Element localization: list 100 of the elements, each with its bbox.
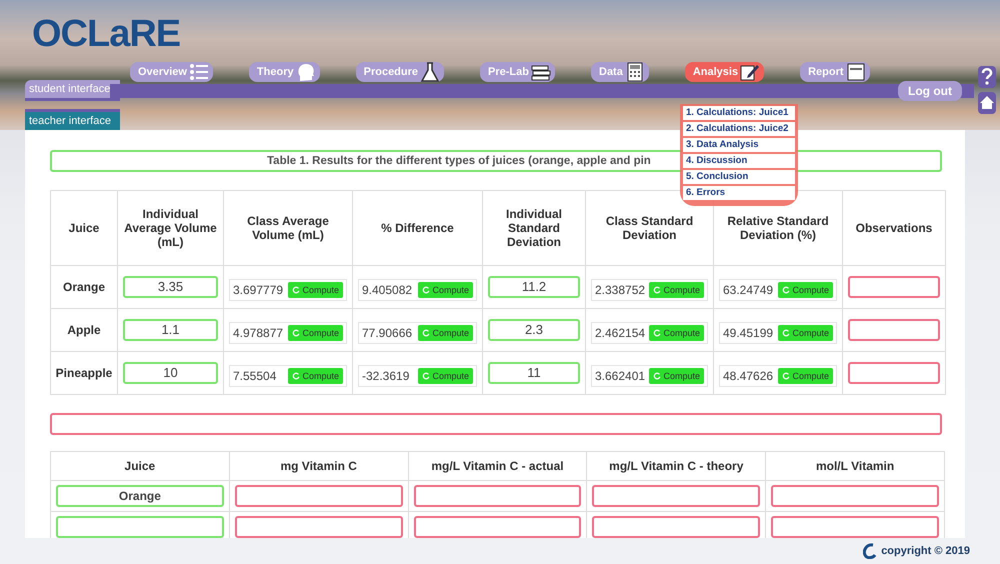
column-header: Juice (50, 190, 118, 266)
column-header: Juice (50, 452, 230, 480)
refresh-icon (422, 372, 430, 380)
flask-icon (420, 62, 440, 82)
compute-button[interactable]: Compute (778, 325, 833, 341)
menu-item[interactable]: 6. Errors (683, 186, 795, 200)
output-field[interactable]: 77.90666 Compute (358, 322, 477, 344)
menu-item[interactable]: 2. Calculations: Juice2 (683, 122, 795, 136)
refresh-icon (782, 372, 790, 380)
refresh-icon (653, 372, 662, 380)
input-field[interactable] (414, 516, 582, 538)
input-field[interactable] (771, 516, 939, 538)
output-field[interactable]: 2.462154 Compute (591, 322, 708, 344)
table-cell: Orange (50, 266, 118, 308)
compute-button[interactable]: Compute (418, 368, 473, 384)
table-cell: Pineapple (50, 352, 118, 394)
output-field[interactable]: 9.405082 Compute (358, 279, 477, 301)
computed-value: 9.405082 (362, 283, 412, 297)
column-header: mg Vitamin C (229, 452, 408, 480)
compute-button[interactable]: Compute (778, 282, 833, 298)
input-field[interactable] (592, 516, 760, 538)
home-icon[interactable] (978, 92, 996, 114)
input-field[interactable] (234, 485, 403, 507)
column-header: mol/L Vitamin (766, 452, 944, 480)
list-icon (188, 62, 209, 82)
computed-value: 49.45199 (723, 326, 774, 340)
compute-button[interactable]: Compute (649, 368, 704, 384)
refresh-icon (292, 329, 300, 337)
compute-button[interactable]: Compute (288, 325, 343, 341)
refresh-icon (782, 329, 790, 337)
column-header: mg/L Vitamin C - theory (586, 452, 766, 480)
output-field[interactable]: 63.24749 Compute (719, 279, 837, 301)
column-header: Observations (842, 190, 946, 266)
computed-value: 4.978877 (233, 326, 284, 340)
logo-text: OCLaRE (32, 13, 180, 56)
column-header: % Difference (352, 190, 482, 266)
output-field[interactable]: 7.55504 Compute (229, 365, 347, 387)
output-field[interactable]: 48.47626 Compute (719, 365, 837, 387)
pencil-edit-icon (740, 62, 760, 82)
computed-value: -32.3619 (362, 369, 410, 383)
compute-button[interactable]: Compute (649, 325, 704, 341)
output-field[interactable]: -32.3619 Compute (358, 365, 477, 387)
input-field[interactable]: 2.3 (488, 319, 580, 341)
input-field[interactable]: 1.1 (123, 319, 218, 341)
refresh-icon (292, 286, 300, 294)
compute-button[interactable]: Compute (288, 282, 343, 298)
copyright-text: copyright © 2019 (881, 545, 970, 557)
input-field[interactable]: 11.2 (488, 276, 580, 298)
refresh-icon (292, 372, 300, 380)
refresh-icon (782, 286, 790, 294)
menu-item[interactable]: 4. Discussion (683, 154, 795, 168)
input-field[interactable]: 3.35 (123, 276, 218, 298)
compute-button[interactable]: Compute (778, 368, 833, 384)
input-field[interactable] (848, 362, 940, 384)
output-field[interactable]: 2.338752 Compute (591, 279, 708, 301)
compute-button[interactable]: Compute (288, 368, 343, 384)
column-header: Class Average Volume (mL) (224, 190, 352, 266)
computed-value: 63.24749 (723, 283, 774, 297)
calculator-icon (624, 62, 645, 82)
input-field[interactable] (848, 276, 940, 298)
input-field[interactable] (771, 485, 939, 507)
output-field[interactable]: 49.45199 Compute (719, 322, 837, 344)
interface-link[interactable]: teacher interface (25, 109, 120, 130)
refresh-icon (422, 329, 430, 337)
input-field[interactable]: Orange (56, 485, 224, 507)
output-field[interactable]: 4.978877 Compute (229, 322, 347, 344)
menu-item[interactable]: 5. Conclusion (683, 170, 795, 184)
compute-button[interactable]: Compute (649, 282, 704, 298)
swirl-logo-icon (863, 543, 878, 559)
computed-value: 3.697779 (233, 283, 284, 297)
refresh-icon (653, 329, 662, 337)
input-field[interactable] (56, 516, 224, 538)
output-field[interactable]: 3.697779 Compute (229, 279, 347, 301)
input-field[interactable]: 10 (123, 362, 218, 384)
compute-button[interactable]: Compute (418, 282, 473, 298)
input-field[interactable] (50, 413, 942, 435)
column-header: Individual Standard Deviation (482, 190, 586, 266)
refresh-icon (653, 286, 662, 294)
computed-value: 3.662401 (595, 369, 646, 383)
refresh-icon (422, 286, 430, 294)
input-field[interactable] (592, 485, 760, 507)
column-header: Individual Average Volume (mL) (118, 190, 224, 266)
input-field[interactable] (234, 516, 403, 538)
menu-item[interactable]: 3. Data Analysis (683, 138, 795, 152)
computed-value: 77.90666 (362, 326, 412, 340)
computed-value: 2.462154 (595, 326, 646, 340)
input-field[interactable] (848, 319, 940, 341)
column-header: mg/L Vitamin C - actual (408, 452, 587, 480)
input-field[interactable]: 11 (488, 362, 580, 384)
document-icon (846, 62, 866, 82)
computed-value: 2.338752 (595, 283, 646, 297)
computed-value: 48.47626 (723, 369, 774, 383)
help-icon[interactable] (978, 66, 996, 88)
input-field[interactable] (414, 485, 582, 507)
compute-button[interactable]: Compute (418, 325, 473, 341)
menu-item[interactable]: 1. Calculations: Juice1 (683, 106, 795, 120)
output-field[interactable]: 3.662401 Compute (591, 365, 708, 387)
computed-value: 7.55504 (233, 369, 276, 383)
head-icon (296, 62, 316, 82)
table-cell: Apple (50, 308, 118, 352)
